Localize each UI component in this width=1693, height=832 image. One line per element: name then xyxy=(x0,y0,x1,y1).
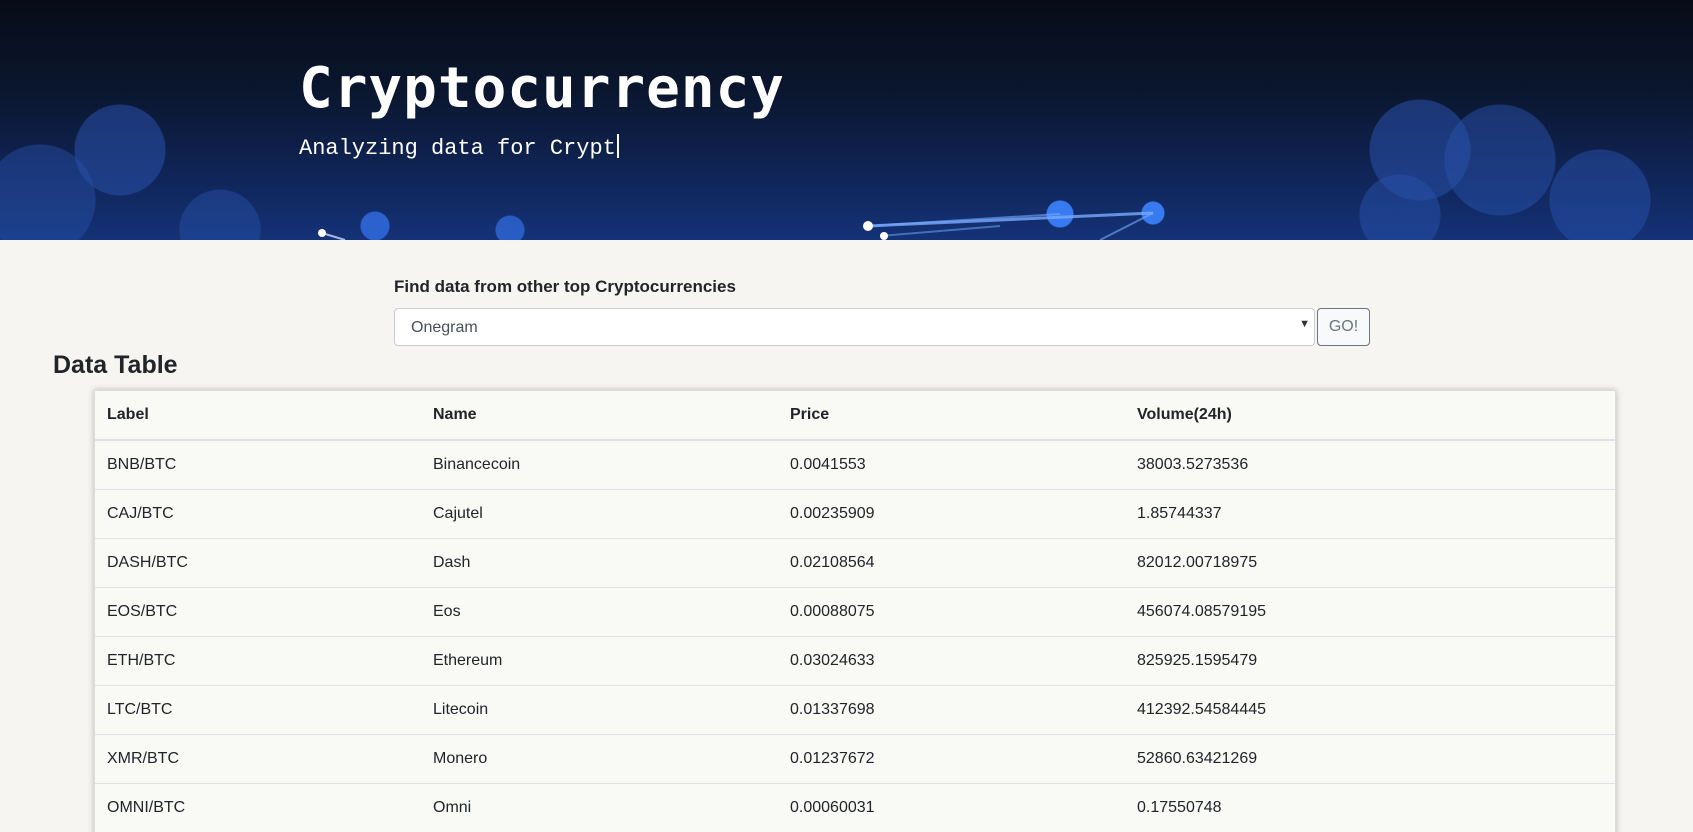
cell-name: Omni xyxy=(421,783,778,832)
cell-price: 0.02108564 xyxy=(778,538,1125,588)
cell-price: 0.03024633 xyxy=(778,636,1125,686)
cell-name: Dash xyxy=(421,538,778,588)
cell-label: ETH/BTC xyxy=(95,636,421,686)
cell-label: BNB/BTC xyxy=(95,440,421,490)
cell-volume: 52860.63421269 xyxy=(1125,734,1615,784)
finder-label: Find data from other top Cryptocurrencie… xyxy=(394,277,736,296)
cell-price: 0.00088075 xyxy=(778,587,1125,637)
column-header-price: Price xyxy=(778,391,1125,441)
table-row: OMNI/BTC Omni 0.00060031 0.17550748 xyxy=(95,783,1615,832)
cell-label: CAJ/BTC xyxy=(95,489,421,539)
cell-volume: 412392.54584445 xyxy=(1125,685,1615,735)
cell-price: 0.01237672 xyxy=(778,734,1125,784)
cell-volume: 38003.5273536 xyxy=(1125,440,1615,490)
data-table-title: Data Table xyxy=(53,351,178,379)
crypto-select[interactable]: Onegram ▼ xyxy=(394,308,1315,346)
cell-volume: 456074.08579195 xyxy=(1125,587,1615,637)
page-subtitle: Analyzing data for Crypt xyxy=(299,134,619,161)
cell-name: Ethereum xyxy=(421,636,778,686)
go-button[interactable]: GO! xyxy=(1317,308,1370,346)
cell-label: DASH/BTC xyxy=(95,538,421,588)
cell-volume: 1.85744337 xyxy=(1125,489,1615,539)
table-header-row: Label Name Price Volume(24h) xyxy=(95,391,1615,441)
page-title: Cryptocurrency xyxy=(299,56,786,121)
column-header-label: Label xyxy=(95,391,421,441)
cell-label: LTC/BTC xyxy=(95,685,421,735)
cell-label: OMNI/BTC xyxy=(95,783,421,832)
typing-caret xyxy=(616,134,619,158)
column-header-volume: Volume(24h) xyxy=(1125,391,1615,441)
cell-name: Eos xyxy=(421,587,778,637)
subtitle-text: Analyzing data for Crypt xyxy=(299,136,616,161)
cell-volume: 0.17550748 xyxy=(1125,783,1615,832)
cell-price: 0.01337698 xyxy=(778,685,1125,735)
table-row: ETH/BTC Ethereum 0.03024633 825925.15954… xyxy=(95,636,1615,686)
hero-banner: Cryptocurrency Analyzing data for Crypt xyxy=(0,0,1693,240)
cell-name: Binancecoin xyxy=(421,440,778,490)
cell-name: Cajutel xyxy=(421,489,778,539)
cell-price: 0.0041553 xyxy=(778,440,1125,490)
table-row: BNB/BTC Binancecoin 0.0041553 38003.5273… xyxy=(95,440,1615,490)
network-graphic xyxy=(318,211,1154,240)
cell-price: 0.00060031 xyxy=(778,783,1125,832)
cell-name: Litecoin xyxy=(421,685,778,735)
cell-volume: 825925.1595479 xyxy=(1125,636,1615,686)
table-row: DASH/BTC Dash 0.02108564 82012.00718975 xyxy=(95,538,1615,588)
cell-label: EOS/BTC xyxy=(95,587,421,637)
data-table: Label Name Price Volume(24h) BNB/BTC Bin… xyxy=(95,391,1615,832)
data-table-container: Label Name Price Volume(24h) BNB/BTC Bin… xyxy=(94,390,1616,832)
crypto-select-value: Onegram xyxy=(411,319,478,336)
table-row: XMR/BTC Monero 0.01237672 52860.63421269 xyxy=(95,734,1615,784)
table-row: EOS/BTC Eos 0.00088075 456074.08579195 xyxy=(95,587,1615,637)
table-row: CAJ/BTC Cajutel 0.00235909 1.85744337 xyxy=(95,489,1615,539)
cell-name: Monero xyxy=(421,734,778,784)
cell-volume: 82012.00718975 xyxy=(1125,538,1615,588)
table-row: LTC/BTC Litecoin 0.01337698 412392.54584… xyxy=(95,685,1615,735)
cell-label: XMR/BTC xyxy=(95,734,421,784)
column-header-name: Name xyxy=(421,391,778,441)
chevron-down-icon: ▼ xyxy=(1299,318,1310,330)
cell-price: 0.00235909 xyxy=(778,489,1125,539)
